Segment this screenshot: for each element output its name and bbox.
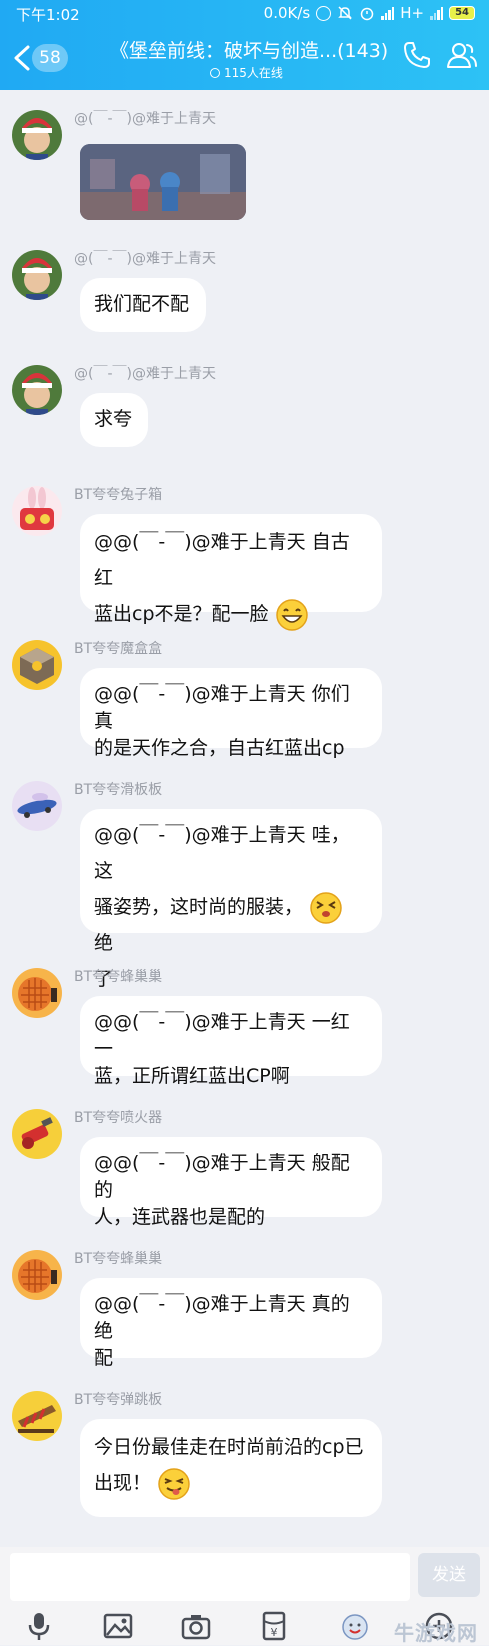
signal-icon-2 xyxy=(430,6,444,20)
avatar[interactable] xyxy=(12,110,62,160)
boy-avatar-icon xyxy=(12,110,62,160)
squint-face-icon xyxy=(310,891,342,924)
mute-icon xyxy=(338,6,353,20)
image-icon[interactable] xyxy=(103,1611,133,1641)
message-input[interactable] xyxy=(10,1553,410,1601)
message-text-line: @@(￣-￣)@难于上青天 你们真 xyxy=(94,683,350,732)
shared-image[interactable] xyxy=(80,144,246,220)
boy-avatar-icon xyxy=(12,365,62,415)
sender-name: BT夸夸蜂巢巢 xyxy=(74,1251,163,1267)
message-bubble[interactable]: @@(￣-￣)@难于上青天 哇，这 骚姿势，这时尚的服装， 绝 了 xyxy=(80,809,382,990)
camera-icon[interactable] xyxy=(181,1611,211,1641)
message-bubble[interactable]: 求夸 xyxy=(80,393,148,447)
avatar[interactable] xyxy=(12,968,62,1018)
message-text-line: 骚姿势，这时尚的服装， 绝 xyxy=(94,889,368,961)
sender-name: BT夸夸弹跳板 xyxy=(74,1392,163,1408)
hd-icon xyxy=(316,5,332,21)
flamethrower-avatar-icon xyxy=(12,1109,62,1159)
message-text: 我们配不配 xyxy=(94,293,190,315)
message-text-line: 人，连武器也是配的 xyxy=(94,1206,266,1228)
sender-name: @(￣-￣)@难于上青天 xyxy=(74,111,216,127)
message-text-line: 配 xyxy=(94,1347,114,1369)
message-text-line: 今日份最佳走在时尚前沿的cp已 xyxy=(94,1436,364,1458)
status-time: 下午1:02 xyxy=(16,6,80,24)
hive-avatar-icon xyxy=(12,968,62,1018)
phone-icon[interactable] xyxy=(402,40,432,70)
tongue-face-icon xyxy=(158,1467,190,1500)
alarm-icon xyxy=(360,7,374,21)
game-screenshot xyxy=(80,144,246,220)
message-text-line: @@(￣-￣)@难于上青天 般配的 xyxy=(94,1152,350,1201)
message-bubble[interactable]: @@(￣-￣)@难于上青天 真的绝 配 xyxy=(80,1278,382,1369)
message-bubble[interactable]: @@(￣-￣)@难于上青天 一红一 蓝，正所谓红蓝出CP啊 xyxy=(80,996,382,1087)
unread-count-badge[interactable]: 58 xyxy=(32,44,68,72)
status-right: 0.0K/s H+ 54 xyxy=(264,4,475,22)
message-text-line: 蓝出cp不是？配一脸 xyxy=(94,596,368,632)
skateboard-avatar-icon xyxy=(12,781,62,831)
back-arrow-icon[interactable] xyxy=(10,44,34,72)
message-text-line: @@(￣-￣)@难于上青天 自古红 xyxy=(94,531,350,589)
avatar[interactable] xyxy=(12,1250,62,1300)
microphone-icon[interactable] xyxy=(24,1611,54,1641)
grin-face-icon xyxy=(275,598,308,631)
message-text: 求夸 xyxy=(94,408,133,430)
message-bubble[interactable]: 今日份最佳走在时尚前沿的cp已 出现！ xyxy=(80,1419,382,1517)
message-bubble[interactable]: @@(￣-￣)@难于上青天 你们真 的是天作之合，自古红蓝出cp xyxy=(80,668,382,759)
sender-name: BT夸夸喷火器 xyxy=(74,1110,163,1126)
hive-avatar-icon xyxy=(12,1250,62,1300)
boy-avatar-icon xyxy=(12,250,62,300)
title-row: 58 《堡垒前线：破坏与创造...(143) 115人在线 xyxy=(0,32,489,88)
sender-name: @(￣-￣)@难于上青天 xyxy=(74,251,216,267)
group-members-icon[interactable] xyxy=(446,40,478,70)
status-bar: 下午1:02 0.0K/s H+ 54 xyxy=(0,0,489,28)
sender-name: BT夸夸滑板板 xyxy=(74,782,163,798)
message-text-line: @@(￣-￣)@难于上青天 真的绝 xyxy=(94,1293,350,1342)
battery-icon: 54 xyxy=(449,6,475,20)
sender-name: @(￣-￣)@难于上青天 xyxy=(74,366,216,382)
top-bar: 下午1:02 0.0K/s H+ 54 58 《堡垒前线：破坏与创造...(14… xyxy=(0,0,489,90)
message-bubble[interactable]: 我们配不配 xyxy=(80,278,206,332)
message-text-line: 蓝，正所谓红蓝出CP啊 xyxy=(94,1065,290,1087)
springboard-avatar-icon xyxy=(12,1391,62,1441)
watermark-text: 牛游戏网 xyxy=(394,1621,478,1645)
network-type: H+ xyxy=(400,4,425,22)
sender-name: BT夸夸蜂巢巢 xyxy=(74,969,163,985)
avatar[interactable] xyxy=(12,1391,62,1441)
message-text-line: 出现！ xyxy=(94,1465,368,1501)
rabbit-box-avatar-icon xyxy=(12,486,62,536)
magic-box-avatar-icon xyxy=(12,640,62,690)
online-icon xyxy=(210,67,220,78)
online-text: 115人在线 xyxy=(224,66,283,80)
message-bubble[interactable]: @@(￣-￣)@难于上青天 般配的 人，连武器也是配的 xyxy=(80,1137,382,1228)
message-text-line: @@(￣-￣)@难于上青天 一红一 xyxy=(94,1011,350,1060)
avatar[interactable] xyxy=(12,1109,62,1159)
red-packet-icon[interactable]: ¥ xyxy=(259,1611,289,1641)
send-button[interactable]: 发送 xyxy=(418,1553,480,1597)
message-text-line: @@(￣-￣)@难于上青天 哇，这 xyxy=(94,824,350,882)
avatar[interactable] xyxy=(12,640,62,690)
svg-text:¥: ¥ xyxy=(271,1626,278,1639)
sender-name: BT夸夸兔子箱 xyxy=(74,487,163,503)
emoji-icon[interactable] xyxy=(340,1611,370,1641)
message-bubble[interactable]: @@(￣-￣)@难于上青天 自古红 蓝出cp不是？配一脸 xyxy=(80,514,382,631)
avatar[interactable] xyxy=(12,486,62,536)
sender-name: BT夸夸魔盒盒 xyxy=(74,641,163,657)
input-area: 发送 ¥ 牛游戏网 xyxy=(0,1547,489,1645)
signal-icon xyxy=(381,6,395,20)
avatar[interactable] xyxy=(12,250,62,300)
net-speed: 0.0K/s xyxy=(263,4,311,22)
group-title[interactable]: 《堡垒前线：破坏与创造...(143) xyxy=(110,36,390,63)
avatar[interactable] xyxy=(12,781,62,831)
avatar[interactable] xyxy=(12,365,62,415)
message-text-line: 的是天作之合，自古红蓝出cp xyxy=(94,737,345,759)
online-count: 115人在线 xyxy=(210,64,283,81)
